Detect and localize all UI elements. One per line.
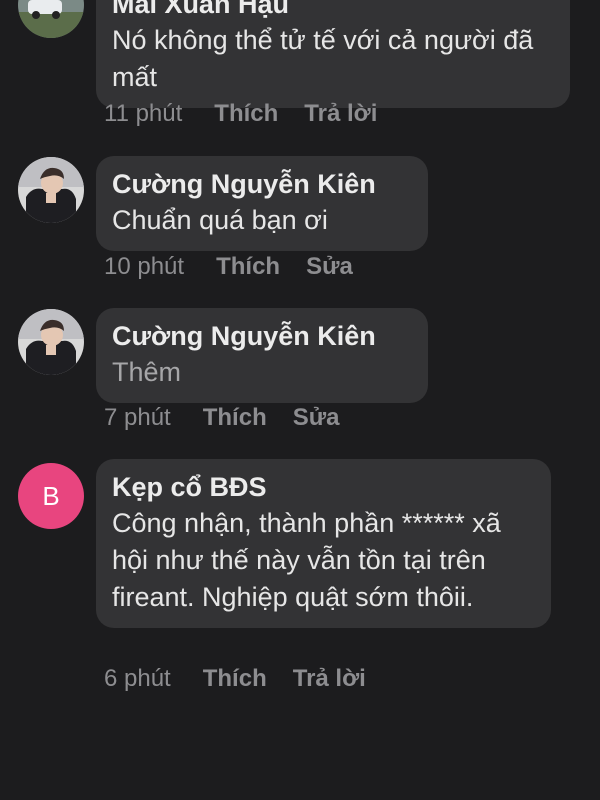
comment-author[interactable]: Cường Nguyễn Kiên <box>112 318 412 354</box>
avatar[interactable] <box>18 157 84 223</box>
edit-button[interactable]: Sửa <box>306 253 353 281</box>
comment-time: 7 phút <box>104 404 171 431</box>
avatar[interactable]: B <box>18 463 84 529</box>
avatar-photo-icon <box>18 157 84 223</box>
comment-author[interactable]: Mai Xuân Hậu <box>112 0 554 22</box>
avatar[interactable] <box>18 0 84 38</box>
like-button[interactable]: Thích <box>203 665 267 693</box>
comment-author[interactable]: Kẹp cổ BĐS <box>112 469 531 505</box>
avatar[interactable] <box>18 309 84 375</box>
comment-bubble: Cường Nguyễn Kiên Thêm <box>96 308 428 403</box>
comment-time: 11 phút <box>104 100 183 127</box>
like-button[interactable]: Thích <box>216 253 280 281</box>
comment-author[interactable]: Cường Nguyễn Kiên <box>112 166 412 202</box>
comment-bubble: Cường Nguyễn Kiên Chuẩn quá bạn ơi <box>96 156 428 251</box>
comment-actions: 6 phút Thích Trả lời <box>104 663 392 695</box>
avatar-letter: B <box>42 480 60 511</box>
reply-button[interactable]: Trả lời <box>293 665 366 693</box>
comment-time: 10 phút <box>104 253 185 280</box>
comment-actions: 10 phút Thích Sửa <box>104 251 379 283</box>
avatar-photo-icon <box>18 0 84 38</box>
comment-time: 6 phút <box>104 665 171 692</box>
comment-actions: 11 phút Thích Trả lời <box>104 98 403 130</box>
avatar-photo-icon <box>18 309 84 375</box>
comment-feed: Mai Xuân Hậu Nó không thể tử tế với cả n… <box>0 0 600 800</box>
comment-bubble: Mai Xuân Hậu Nó không thể tử tế với cả n… <box>96 0 570 108</box>
comment-bubble: Kẹp cổ BĐS Công nhận, thành phần ****** … <box>96 459 551 628</box>
comment-text: Nó không thể tử tế với cả người đã mất <box>112 25 534 92</box>
comment-text: Chuẩn quá bạn ơi <box>112 205 328 235</box>
like-button[interactable]: Thích <box>203 404 267 432</box>
comment-text: Thêm <box>112 357 182 387</box>
reply-button[interactable]: Trả lời <box>304 100 377 128</box>
comment-actions: 7 phút Thích Sửa <box>104 402 365 434</box>
comment-text: Công nhận, thành phần ****** xã hội như … <box>112 508 501 612</box>
edit-button[interactable]: Sửa <box>293 404 340 432</box>
like-button[interactable]: Thích <box>214 100 278 128</box>
